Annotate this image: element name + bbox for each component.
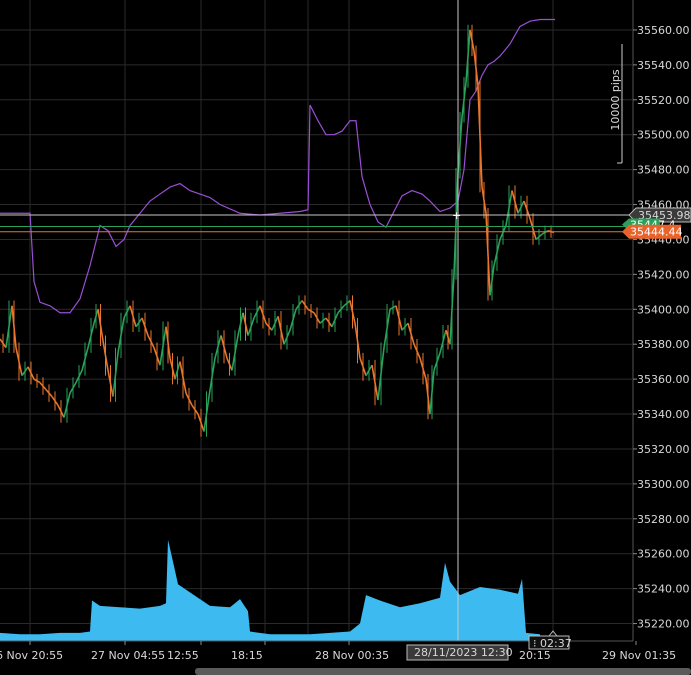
time-tick-label: 27 Nov 04:55 (91, 649, 165, 662)
price-tick-label: 35400.00 (637, 303, 690, 316)
candle-timer-label: ⁝ 02:37 (533, 637, 572, 650)
time-tick-label: 29 Nov 01:35 (602, 649, 676, 662)
horizontal-scrollbar[interactable] (195, 668, 691, 675)
crosshair-cursor-icon: + (452, 209, 461, 222)
current-price-label: 35444.44 (630, 226, 683, 239)
time-tick-label: 28 Nov 00:35 (315, 649, 389, 662)
price-tick-label: 35540.00 (637, 59, 690, 72)
price-series (0, 24, 555, 437)
price-tick-label: 35520.00 (637, 94, 690, 107)
pips-scale-label: 10000 pips (609, 69, 622, 131)
price-tick-label: 35420.00 (637, 268, 690, 281)
volume-area (0, 539, 540, 641)
indicator-curve (0, 18, 555, 314)
price-tick-label: 35300.00 (637, 478, 690, 491)
time-tick-label: 20:15 (519, 649, 551, 662)
price-axis[interactable]: 35220.00 35240.00 35260.00 35280.00 35300.00… (632, 0, 690, 641)
time-tick-label: 18:15 (231, 649, 263, 662)
price-tick-label: 35500.00 (637, 129, 690, 142)
price-chart[interactable]: 35220.00 35240.00 35260.00 35280.00 35300.00… (0, 0, 691, 675)
crosshair-time-label: 28/11/2023 12:30 (414, 646, 513, 659)
indicator-line (0, 18, 555, 314)
time-axis[interactable]: 6 Nov 20:55 27 Nov 04:55 12:55 18:15 28 Nov … (0, 640, 691, 675)
price-tick-label: 35280.00 (637, 513, 690, 526)
volume-histogram (0, 539, 540, 641)
price-tick-label: 35560.00 (637, 24, 690, 37)
time-tick-label: 12:55 (167, 649, 199, 662)
price-tick-label: 35360.00 (637, 373, 690, 386)
time-tick-label: 6 Nov 20:55 (0, 649, 63, 662)
price-tick-label: 35340.00 (637, 408, 690, 421)
price-tick-label: 35480.00 (637, 164, 690, 177)
price-tick-label: 35240.00 (637, 583, 690, 596)
price-tick-label: 35220.00 (637, 618, 690, 631)
price-tick-label: 35320.00 (637, 443, 690, 456)
price-tick-label: 35260.00 (637, 548, 690, 561)
price-tick-label: 35380.00 (637, 338, 690, 351)
